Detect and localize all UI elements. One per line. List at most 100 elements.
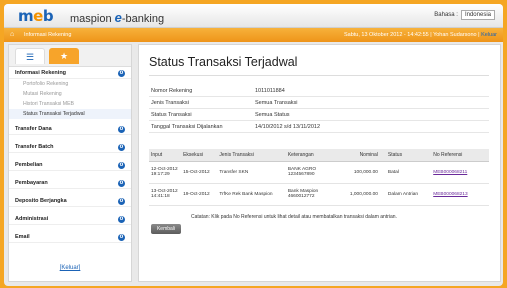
app-name: maspion e-banking	[70, 10, 164, 25]
summary-value: 14/10/2012 s/d 13/11/2012	[255, 124, 321, 130]
home-icon[interactable]: ⌂	[10, 31, 14, 38]
language-select[interactable]: Indonesia	[460, 10, 495, 20]
section-label: Deposito Berjangka	[15, 198, 67, 204]
sidebar-section-email[interactable]: Email o	[9, 231, 131, 243]
breadcrumb: Informasi Rekening	[24, 32, 72, 38]
cell-status: Dalam Antrian	[379, 183, 432, 206]
section-toggle-icon[interactable]: o	[118, 143, 125, 151]
section-label: Pembayaran	[15, 180, 48, 186]
cell-input: 12-Oct-2012 19:17:29	[149, 161, 182, 184]
title-divider	[149, 75, 489, 76]
app-name-prefix: maspion	[70, 13, 115, 25]
sidebar-section-deposito[interactable]: Deposito Berjangka o	[9, 195, 131, 207]
cell-input: 13-Oct-2012 14:41:18	[149, 183, 182, 206]
main-panel: Status Transaksi Terjadwal Nomor Rekenin…	[138, 44, 501, 282]
sidebar-item-mutasi-rekening[interactable]: Mutasi Rekening	[9, 89, 131, 99]
sidebar-section-pembayaran[interactable]: Pembayaran o	[9, 177, 131, 189]
sidebar-menu: Informasi Rekening o Portofolio Rekening…	[9, 67, 131, 243]
section-toggle-icon[interactable]: o	[118, 197, 125, 205]
summary-table: Nomor Rekening 1011011884 Jenis Transaks…	[149, 85, 489, 133]
section-toggle-icon[interactable]: o	[118, 215, 125, 223]
cell-keterangan: BANK AGRO 1234567890	[285, 161, 338, 184]
section-toggle-icon[interactable]: o	[118, 233, 125, 241]
desc-account: 4660012772	[287, 194, 315, 199]
section-toggle-icon[interactable]: o	[118, 69, 125, 77]
column-header-referensi: No Referensi	[431, 149, 489, 162]
summary-row: Jenis Transaksi Semua Transaksi	[149, 97, 489, 109]
sidebar: ☰ ★ Informasi Rekening o Portofolio Reke…	[8, 44, 132, 282]
logo-letter-b: b	[42, 7, 54, 25]
reference-link[interactable]: MEB000068211	[433, 170, 467, 175]
summary-key: Tanggal Transaksi Dijalankan	[151, 124, 223, 130]
summary-key: Jenis Transaksi	[151, 100, 189, 106]
section-toggle-icon[interactable]: o	[118, 125, 125, 133]
sidebar-section-transfer-batch[interactable]: Transfer Batch o	[9, 141, 131, 153]
summary-row: Tanggal Transaksi Dijalankan 14/10/2012 …	[149, 121, 489, 133]
summary-value: Semua Status	[255, 112, 290, 118]
section-toggle-icon[interactable]: o	[118, 179, 125, 187]
cell-status: Batal	[379, 161, 432, 184]
footnote: Catatan: Klik pada No Referensi untuk li…	[191, 214, 397, 220]
summary-row: Status Transaksi Semua Status	[149, 109, 489, 121]
cell-referensi: MEB000068213	[431, 183, 489, 206]
logo-letter-m: m	[18, 7, 34, 25]
table-row: 13-Oct-2012 14:41:18 19-Oct-2012 TrfKe Re…	[149, 183, 489, 206]
app-header: meb maspion e-banking Bahasa : Indonesia	[4, 4, 503, 28]
logo-letter-e: e	[33, 7, 43, 25]
favorites-star-icon[interactable]: ★	[49, 48, 79, 64]
section-toggle-icon[interactable]: o	[118, 161, 125, 169]
sidebar-tabs: ☰ ★	[9, 45, 131, 67]
sidebar-section-pembelian[interactable]: Pembelian o	[9, 159, 131, 171]
section-label: Email	[15, 234, 30, 240]
section-label: Pembelian	[15, 162, 43, 168]
column-header-keterangan: Keterangan	[285, 149, 338, 162]
cell-jenis: Transfer SKN	[217, 161, 286, 184]
app-name-suffix: -banking	[121, 13, 165, 25]
cell-referensi: MEB000068211	[431, 161, 489, 184]
table-row: 12-Oct-2012 19:17:29 15-Oct-2012 Transfer…	[149, 161, 489, 184]
reference-link[interactable]: MEB000068213	[433, 192, 467, 197]
sidebar-section-informasi-rekening[interactable]: Informasi Rekening o	[9, 67, 131, 79]
app-name-e: e	[114, 10, 122, 25]
column-header-status: Status	[379, 149, 432, 162]
section-label: Administrasi	[15, 216, 49, 222]
transactions-table: Input Eksekusi Jenis Transaksi Keteranga…	[149, 149, 489, 206]
sidebar-item-histori-transaksi[interactable]: Histori Transaksi MEB	[9, 99, 131, 109]
back-button[interactable]: Kembali	[151, 224, 181, 234]
column-header-eksekusi: Eksekusi	[181, 149, 218, 162]
summary-value: 1011011884	[255, 88, 285, 94]
section-label: Informasi Rekening	[15, 70, 67, 76]
input-time: 19:17:29	[151, 172, 170, 177]
cell-nominal: 100,000.00	[337, 161, 380, 184]
column-header-jenis: Jenis Transaksi	[217, 149, 286, 162]
cell-jenis: TrfKe Rek Bank Maspion	[217, 183, 286, 206]
top-bar: ⌂ Informasi Rekening Sabtu, 13 Oktober 2…	[4, 28, 503, 42]
session-info: Sabtu, 13 Oktober 2012 - 14:42:55 | Yoha…	[344, 32, 497, 38]
section-label: Transfer Dana	[15, 126, 52, 132]
sidebar-item-portofolio-rekening[interactable]: Portofolio Rekening	[9, 79, 131, 89]
column-header-nominal: Nominal	[337, 149, 380, 162]
menu-list-icon[interactable]: ☰	[15, 48, 45, 64]
cell-eksekusi: 15-Oct-2012	[181, 161, 218, 184]
browser-frame: meb maspion e-banking Bahasa : Indonesia…	[4, 4, 503, 286]
cell-eksekusi: 19-Oct-2012	[181, 183, 218, 206]
session-text: Sabtu, 13 Oktober 2012 - 14:42:55 | Yoha…	[343, 32, 480, 38]
sidebar-section-administrasi[interactable]: Administrasi o	[9, 213, 131, 225]
desc-account: 1234567890	[287, 172, 315, 177]
sidebar-logout-link[interactable]: [Keluar]	[9, 265, 131, 271]
cell-nominal: 1,000,000.00	[337, 183, 380, 206]
summary-row: Nomor Rekening 1011011884	[149, 85, 489, 97]
topbar-logout-link[interactable]: Keluar	[481, 32, 497, 38]
cell-keterangan: Bank Maspion 4660012772	[285, 183, 338, 206]
sidebar-item-status-transaksi[interactable]: Status Transaksi Terjadwal	[9, 109, 131, 119]
column-header-input: Input	[149, 149, 182, 162]
language-label: Bahasa :	[434, 12, 458, 18]
summary-key: Nomor Rekening	[151, 88, 193, 94]
summary-key: Status Transaksi	[151, 112, 192, 118]
input-time: 14:41:18	[151, 194, 170, 199]
section-label: Transfer Batch	[15, 144, 54, 150]
page-title: Status Transaksi Terjadwal	[149, 55, 298, 69]
meb-logo: meb	[18, 7, 54, 25]
language-selector: Bahasa : Indonesia	[434, 10, 495, 20]
sidebar-section-transfer-dana[interactable]: Transfer Dana o	[9, 123, 131, 135]
